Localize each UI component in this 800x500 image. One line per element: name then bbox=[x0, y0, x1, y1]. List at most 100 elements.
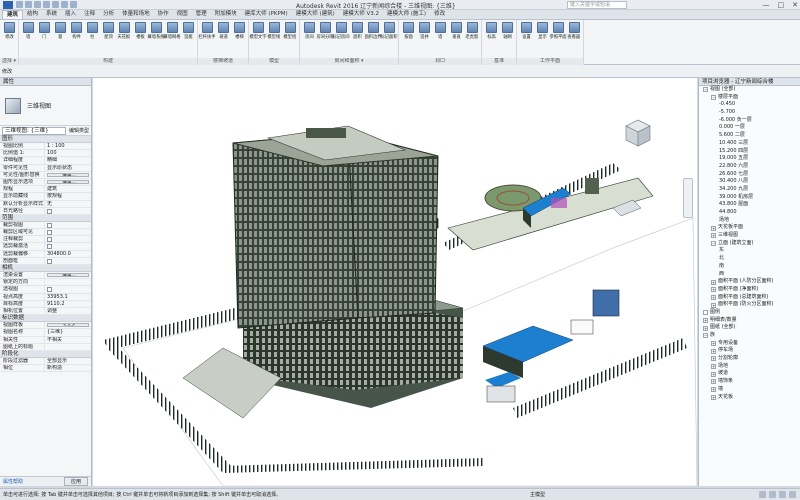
tree-item[interactable]: -0.450 bbox=[699, 101, 800, 109]
tree-toggle-icon[interactable]: + bbox=[711, 364, 716, 370]
tree-item[interactable]: + 专用设备 bbox=[699, 340, 800, 348]
view-cube[interactable] bbox=[624, 118, 652, 148]
tab-4[interactable]: 注释 bbox=[80, 10, 99, 19]
tree-item[interactable]: + 面积平面 (人防分区面积) bbox=[699, 278, 800, 286]
tree-toggle-icon[interactable]: + bbox=[711, 356, 716, 362]
ribbon-button[interactable]: 幕墙网格 bbox=[163, 22, 181, 40]
properties-section-header[interactable]: 阶段化 bbox=[0, 350, 91, 358]
property-value[interactable]: 精细 bbox=[45, 157, 91, 163]
tree-toggle-icon[interactable]: + bbox=[711, 233, 716, 239]
tab-0[interactable]: 建筑 bbox=[2, 10, 24, 19]
ribbon-group-name[interactable]: 房间和面积 ▾ bbox=[300, 58, 398, 65]
property-value[interactable]: 1 : 100 bbox=[45, 143, 91, 149]
ribbon-button[interactable]: 竖井 bbox=[417, 22, 431, 40]
tree-item[interactable]: − 楼层平面 bbox=[699, 94, 800, 102]
tree-item[interactable]: − 视图 (全部) bbox=[699, 86, 800, 94]
ribbon-button[interactable]: 模型组 bbox=[283, 22, 297, 40]
tree-item[interactable]: 东 bbox=[699, 247, 800, 255]
property-value[interactable] bbox=[45, 222, 91, 228]
filter-icon[interactable] bbox=[759, 491, 766, 498]
property-edit-button[interactable]: 编辑... bbox=[47, 179, 89, 185]
tree-toggle-icon[interactable]: − bbox=[711, 95, 716, 101]
property-checkbox[interactable] bbox=[47, 222, 52, 228]
ribbon-button[interactable]: 构件 bbox=[69, 22, 83, 40]
property-value[interactable] bbox=[45, 236, 91, 243]
tree-toggle-icon[interactable]: + bbox=[711, 341, 716, 347]
ribbon-button[interactable]: 竖梃 bbox=[181, 22, 195, 40]
property-value[interactable]: 不相关 bbox=[45, 337, 91, 343]
tree-toggle-icon[interactable]: + bbox=[711, 371, 716, 377]
tree-item[interactable]: 22.800 六层 bbox=[699, 163, 800, 171]
property-checkbox[interactable] bbox=[47, 287, 52, 293]
property-value[interactable] bbox=[45, 258, 91, 264]
property-value[interactable]: 调整 bbox=[45, 308, 91, 314]
property-value[interactable]: {三维} bbox=[45, 329, 91, 335]
tree-item[interactable]: + 三维视图 bbox=[699, 232, 800, 240]
tree-item[interactable]: 10.400 三层 bbox=[699, 140, 800, 148]
property-value[interactable]: 显示原状态 bbox=[45, 165, 91, 171]
property-value[interactable] bbox=[45, 229, 91, 236]
property-checkbox[interactable] bbox=[47, 258, 52, 264]
ribbon-button[interactable]: 窗 bbox=[53, 22, 67, 40]
ribbon-button[interactable]: 楼梯 bbox=[232, 22, 246, 40]
tree-item[interactable]: 图例 bbox=[699, 309, 800, 317]
tree-toggle-icon[interactable]: + bbox=[711, 387, 716, 393]
ribbon-button[interactable]: 面积 bbox=[350, 22, 364, 40]
ribbon-button[interactable]: 查看器 bbox=[567, 22, 581, 40]
tree-toggle-icon[interactable]: + bbox=[711, 279, 716, 285]
ribbon-button[interactable]: 栏杆扶手 bbox=[198, 22, 216, 40]
ribbon-button[interactable]: 房间 bbox=[302, 22, 316, 40]
instance-selector[interactable]: 三维视图: {三维} bbox=[2, 126, 66, 135]
ribbon-button[interactable]: 标高 bbox=[484, 22, 498, 40]
tree-item[interactable]: 43.800 屋面 bbox=[699, 201, 800, 209]
ribbon-group-name[interactable]: 构建 bbox=[19, 58, 197, 65]
properties-section-header[interactable]: 相机 bbox=[0, 265, 91, 272]
tree-toggle-icon[interactable] bbox=[703, 310, 708, 316]
property-value[interactable] bbox=[45, 344, 91, 350]
properties-section-header[interactable]: 范围 bbox=[0, 214, 91, 222]
tree-item[interactable]: 39.000 机房层 bbox=[699, 194, 800, 202]
properties-section-header[interactable]: 标识数据 bbox=[0, 315, 91, 323]
tree-item[interactable]: 15.200 四层 bbox=[699, 148, 800, 156]
apply-button[interactable]: 应用 bbox=[63, 477, 88, 486]
tree-item[interactable]: 30.400 八层 bbox=[699, 178, 800, 186]
tree-toggle-icon[interactable]: − bbox=[711, 241, 716, 247]
tab-6[interactable]: 体量和场地 bbox=[118, 10, 154, 19]
property-edit-button[interactable]: 编辑... bbox=[47, 172, 89, 177]
open-icon[interactable] bbox=[16, 1, 23, 8]
tree-item[interactable]: − 族 bbox=[699, 332, 800, 340]
ribbon-button[interactable]: 屋顶 bbox=[101, 22, 115, 40]
edit-type-button[interactable]: 编辑类型 bbox=[69, 127, 89, 134]
property-checkbox[interactable] bbox=[47, 230, 52, 236]
ribbon-button[interactable]: 参照平面 bbox=[549, 22, 567, 40]
3d-view-icon[interactable] bbox=[70, 1, 77, 8]
property-edit-button[interactable]: 编辑... bbox=[47, 273, 89, 278]
property-checkbox[interactable] bbox=[47, 244, 52, 250]
select-links-icon[interactable] bbox=[769, 491, 776, 498]
ribbon-button[interactable]: 楼板 bbox=[133, 22, 147, 40]
tree-toggle-icon[interactable]: − bbox=[703, 333, 708, 339]
ribbon-button[interactable]: 面积边界 bbox=[364, 22, 382, 40]
ribbon-button[interactable]: 老虎窗 bbox=[465, 22, 479, 40]
3d-viewport[interactable] bbox=[93, 78, 697, 486]
tab-10[interactable]: 附加模块 bbox=[211, 10, 241, 19]
tab-11[interactable]: 建库大师 (PKPM) bbox=[241, 10, 292, 19]
tab-1[interactable]: 结构 bbox=[23, 10, 42, 19]
property-value[interactable]: 全部显示 bbox=[45, 358, 91, 364]
tab-9[interactable]: 管理 bbox=[192, 10, 211, 19]
ribbon-button[interactable]: 天花板 bbox=[117, 22, 131, 40]
property-value[interactable]: 按规程 bbox=[45, 193, 91, 199]
tab-8[interactable]: 视图 bbox=[173, 10, 192, 19]
ribbon-group-name[interactable]: 楼梯坡道 bbox=[198, 58, 248, 65]
tree-item[interactable]: + 天花板平面 bbox=[699, 224, 800, 232]
ribbon-button[interactable]: 标记面积 bbox=[380, 22, 398, 40]
property-value[interactable] bbox=[45, 286, 91, 293]
revit-app-menu-icon[interactable] bbox=[3, 0, 13, 9]
tree-toggle-icon[interactable]: + bbox=[703, 325, 708, 331]
tree-item[interactable]: 34.200 九层 bbox=[699, 186, 800, 194]
ribbon-button[interactable]: 设置 bbox=[519, 22, 533, 40]
ribbon-button[interactable]: 模型文字 bbox=[249, 22, 267, 40]
property-value[interactable]: 建筑 bbox=[45, 186, 91, 192]
property-value[interactable]: 9110.2 bbox=[45, 301, 91, 307]
ribbon-button[interactable]: 轴网 bbox=[500, 22, 514, 40]
